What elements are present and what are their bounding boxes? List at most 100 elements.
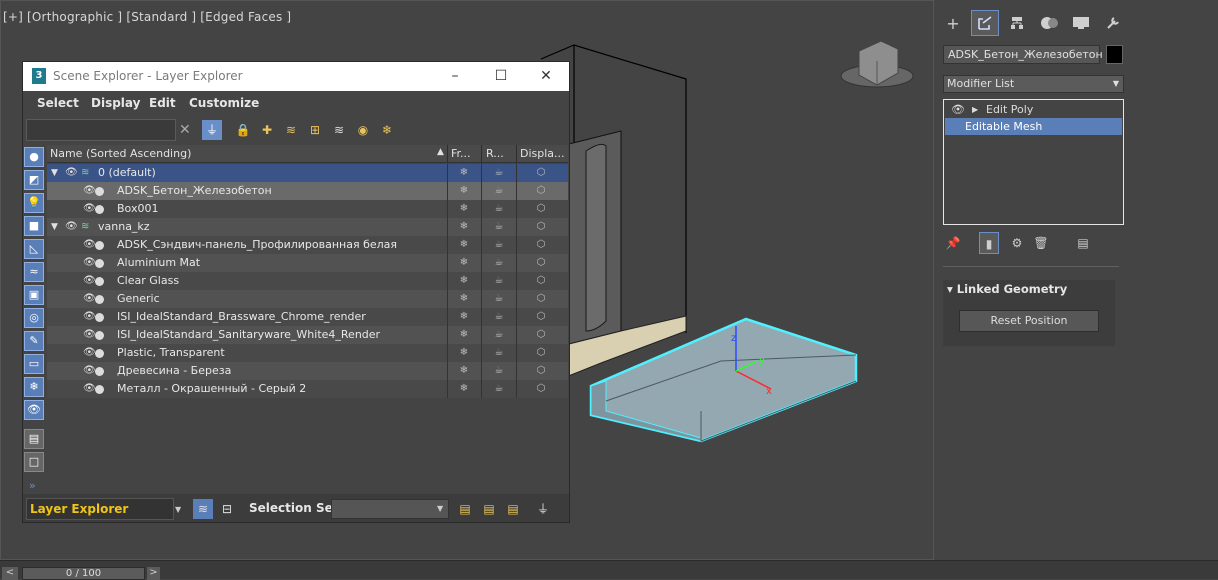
render-teapot-icon[interactable]: ☕ xyxy=(491,308,507,326)
manage-selection-sets-icon[interactable]: ▤ xyxy=(455,499,475,519)
eye-icon[interactable]: 👁 xyxy=(83,344,96,362)
display-box-icon[interactable]: ⬡ xyxy=(533,218,549,236)
display-spacewarps-icon[interactable]: ≈ xyxy=(24,262,44,282)
object-name-field[interactable]: ADSK_Бетон_Железобетон xyxy=(943,45,1103,64)
object-color-swatch[interactable] xyxy=(1106,45,1123,64)
stack-item-editable-mesh[interactable]: Editable Mesh xyxy=(945,118,1122,135)
display-box-icon[interactable]: ⬡ xyxy=(533,200,549,218)
sort-by-hierarchy-icon[interactable]: ⊟ xyxy=(217,499,237,519)
filter-icon[interactable]: ⏚ xyxy=(533,499,553,519)
eye-icon[interactable]: 👁 xyxy=(65,218,78,236)
display-cameras-icon[interactable]: ■ xyxy=(24,216,44,236)
new-layer-icon[interactable]: ✚ xyxy=(257,120,277,140)
display-box-icon[interactable]: ⬡ xyxy=(533,272,549,290)
freeze-icon[interactable]: ❄ xyxy=(456,236,472,254)
motion-tab[interactable] xyxy=(1035,10,1063,36)
expand-triangle-icon[interactable]: ▶ xyxy=(972,101,978,118)
eye-icon[interactable]: 👁 xyxy=(83,272,96,290)
display-helpers-icon[interactable]: ◺ xyxy=(24,239,44,259)
render-teapot-icon[interactable]: ☕ xyxy=(491,290,507,308)
display-all-icon[interactable]: ▤ xyxy=(24,429,44,449)
display-box-icon[interactable]: ⬡ xyxy=(533,182,549,200)
render-teapot-icon[interactable]: ☕ xyxy=(491,380,507,398)
freeze-icon[interactable]: ❄ xyxy=(456,290,472,308)
layers-icon[interactable]: ≋ xyxy=(281,120,301,140)
freeze-icon[interactable]: ❄ xyxy=(456,182,472,200)
chevron-down-icon[interactable]: ▼ xyxy=(175,505,181,514)
create-tab[interactable]: + xyxy=(939,10,967,36)
object-row[interactable]: 👁 Plastic, Transparent ❄ ☕ ⬡ xyxy=(47,344,568,362)
time-next-button[interactable]: > xyxy=(147,567,160,580)
freeze-icon[interactable]: ❄ xyxy=(456,164,472,182)
render-teapot-icon[interactable]: ☕ xyxy=(491,236,507,254)
display-bones-icon[interactable]: ✎ xyxy=(24,331,44,351)
object-row[interactable]: 👁 ADSK_Бетон_Железобетон ❄ ☕ ⬡ xyxy=(47,182,568,200)
display-box-icon[interactable]: ⬡ xyxy=(533,380,549,398)
add-selection-set-icon[interactable]: ▤ xyxy=(479,499,499,519)
display-groups-icon[interactable]: ▣ xyxy=(24,285,44,305)
stack-item-edit-poly[interactable]: 👁 ▶ Edit Poly xyxy=(945,101,1122,118)
column-freeze[interactable]: Fr... xyxy=(451,147,471,160)
object-row[interactable]: 👁 Aluminium Mat ❄ ☕ ⬡ xyxy=(47,254,568,272)
object-row[interactable]: 👁 Clear Glass ❄ ☕ ⬡ xyxy=(47,272,568,290)
lock-icon[interactable]: 🔒 xyxy=(233,120,253,140)
freeze-icon[interactable]: ❄ xyxy=(456,326,472,344)
freeze-icon[interactable]: ❄ xyxy=(456,380,472,398)
utilities-tab[interactable] xyxy=(1099,10,1127,36)
eye-icon[interactable]: 👁 xyxy=(83,362,96,380)
freeze-icon[interactable]: ❄ xyxy=(456,254,472,272)
remove-selection-set-icon[interactable]: ▤ xyxy=(503,499,523,519)
display-box-icon[interactable]: ⬡ xyxy=(533,290,549,308)
eye-icon[interactable]: 👁 xyxy=(83,254,96,272)
render-teapot-icon[interactable]: ☕ xyxy=(491,254,507,272)
eye-icon[interactable]: 👁 xyxy=(83,182,96,200)
explorer-type-select[interactable]: Layer Explorer xyxy=(26,498,174,520)
sort-ascending-icon[interactable]: ▲ xyxy=(437,147,444,157)
show-end-result-icon[interactable]: ▮ xyxy=(979,232,999,254)
expand-toolbar-icon[interactable]: » xyxy=(29,479,36,492)
column-render[interactable]: R... xyxy=(486,147,504,160)
menu-edit[interactable]: Edit xyxy=(149,96,176,110)
freeze-icon[interactable]: ❄ xyxy=(456,308,472,326)
display-box-icon[interactable]: ⬡ xyxy=(533,236,549,254)
menu-select[interactable]: Select xyxy=(37,96,79,110)
render-teapot-icon[interactable]: ☕ xyxy=(491,344,507,362)
display-frozen-icon[interactable]: ❄ xyxy=(24,377,44,397)
render-teapot-icon[interactable]: ☕ xyxy=(491,182,507,200)
viewport-label[interactable]: [+] [Orthographic ] [Standard ] [Edged F… xyxy=(3,10,291,24)
eye-icon[interactable]: 👁 xyxy=(83,290,96,308)
selection-set-dropdown[interactable] xyxy=(331,499,449,519)
display-box-icon[interactable]: ⬡ xyxy=(533,362,549,380)
freeze-icon[interactable]: ❄ xyxy=(456,200,472,218)
object-row[interactable]: 👁 ADSK_Сэндвич-панель_Профилированная бел… xyxy=(47,236,568,254)
freeze-icon[interactable]: ❄ xyxy=(456,362,472,380)
display-geometry-icon[interactable]: ● xyxy=(24,147,44,167)
display-box-icon[interactable]: ⬡ xyxy=(533,164,549,182)
display-tab[interactable] xyxy=(1067,10,1095,36)
menu-customize[interactable]: Customize xyxy=(189,96,259,110)
freeze-icon[interactable]: ❄ xyxy=(456,272,472,290)
layer-stack-icon[interactable]: ≋ xyxy=(329,120,349,140)
render-teapot-icon[interactable]: ☕ xyxy=(491,200,507,218)
eye-icon[interactable]: 👁 xyxy=(951,101,965,118)
sort-by-layer-icon[interactable]: ≋ xyxy=(193,499,213,519)
column-display[interactable]: Displa... xyxy=(520,147,565,160)
eye-icon[interactable]: 👁 xyxy=(65,164,78,182)
display-xrefs-icon[interactable]: ◎ xyxy=(24,308,44,328)
object-row[interactable]: 👁 Древесина - Береза ❄ ☕ ⬡ xyxy=(47,362,568,380)
display-lights-icon[interactable]: 💡 xyxy=(24,193,44,213)
display-box-icon[interactable]: ⬡ xyxy=(533,308,549,326)
column-name[interactable]: Name (Sorted Ascending) xyxy=(50,147,191,160)
display-hidden-icon[interactable]: 👁 xyxy=(24,400,44,420)
maximize-button[interactable]: ☐ xyxy=(491,66,511,86)
expand-triangle-icon[interactable]: ▼ xyxy=(51,218,58,236)
configure-modifier-sets-icon[interactable]: ▤ xyxy=(1073,232,1093,254)
render-teapot-icon[interactable]: ☕ xyxy=(491,164,507,182)
display-box-icon[interactable]: ⬡ xyxy=(533,344,549,362)
expand-triangle-icon[interactable]: ▼ xyxy=(51,164,58,182)
object-row[interactable]: 👁 Generic ❄ ☕ ⬡ xyxy=(47,290,568,308)
rollout-header[interactable]: ▾ Linked Geometry xyxy=(947,282,1067,296)
modify-tab[interactable] xyxy=(971,10,999,36)
layer-row[interactable]: ▼ 👁 ≋ vanna_kz ❄ ☕ ⬡ xyxy=(47,218,568,236)
render-teapot-icon[interactable]: ☕ xyxy=(491,272,507,290)
